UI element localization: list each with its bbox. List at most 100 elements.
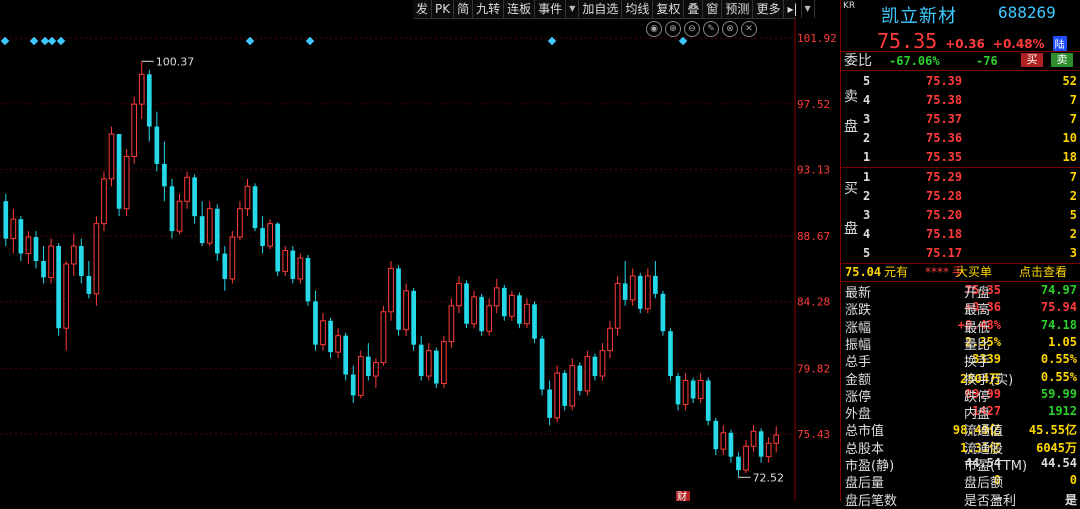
candle xyxy=(282,246,289,276)
candle-body xyxy=(154,126,160,164)
toolbar-item-1[interactable]: PK xyxy=(432,0,455,18)
toolbar-item-10[interactable]: 窗 xyxy=(703,0,723,18)
toolbar-item-12[interactable]: 更多 xyxy=(753,0,785,18)
candle xyxy=(728,429,734,463)
candle-body xyxy=(320,320,326,346)
toolbar-item-6[interactable]: 加自选 xyxy=(579,0,623,18)
candle-body xyxy=(237,208,243,238)
candle xyxy=(131,96,138,164)
stat-label: 开盘 xyxy=(964,286,991,301)
candle-body xyxy=(305,258,311,302)
y-tick-label: 75.43 xyxy=(797,428,830,441)
event-dropdown-icon[interactable]: ▼ xyxy=(566,0,580,18)
candle xyxy=(206,201,213,247)
bid-volume: 7 xyxy=(1069,170,1077,184)
toolbar-item-4[interactable]: 连板 xyxy=(504,0,536,18)
candle-body xyxy=(675,376,681,405)
candle-body xyxy=(486,305,493,332)
candle xyxy=(123,148,130,217)
candle-body xyxy=(577,365,583,391)
toolbar-item-9[interactable]: 叠 xyxy=(684,0,704,18)
toolbar-item-2[interactable]: 简 xyxy=(454,0,474,18)
candle-body xyxy=(192,177,197,217)
event-marker-icon[interactable] xyxy=(547,36,557,46)
candle xyxy=(403,283,409,336)
close-icon[interactable]: ✕ xyxy=(741,21,757,37)
sell-button[interactable]: 卖 xyxy=(1051,53,1073,67)
settings-icon[interactable]: ⊗ xyxy=(722,21,738,37)
stat-label: 盘后额 xyxy=(964,476,1004,492)
toolbar-item-7[interactable]: 均线 xyxy=(622,0,654,18)
candle-body xyxy=(184,176,190,202)
divider xyxy=(841,70,1080,71)
candle xyxy=(562,370,568,411)
candle-body xyxy=(206,208,213,244)
event-marker-icon[interactable] xyxy=(56,36,66,46)
event-marker-icon[interactable] xyxy=(305,36,315,46)
menu-dropdown-icon[interactable]: ▼ xyxy=(802,0,815,18)
candle xyxy=(237,201,243,241)
candle-body xyxy=(252,186,258,229)
candle-body xyxy=(138,73,145,105)
zoom-out-icon[interactable]: ⊖ xyxy=(684,21,700,37)
candle xyxy=(108,126,115,187)
kr-badge: KR xyxy=(843,1,856,11)
y-tick-label: 79.82 xyxy=(797,362,830,375)
candle-body xyxy=(123,155,130,210)
candle-body xyxy=(713,420,719,450)
candle-body xyxy=(176,200,183,232)
toolbar-item-5[interactable]: 事件 xyxy=(535,0,567,18)
event-marker-icon[interactable] xyxy=(0,36,10,46)
event-marker-icon[interactable] xyxy=(245,36,255,46)
toolbar-item-0[interactable]: 发 xyxy=(413,0,433,18)
candle-body xyxy=(599,350,606,377)
ask-price: 75.35 xyxy=(926,150,963,164)
sell-side-label: 盘 xyxy=(844,119,858,135)
candle-body xyxy=(290,250,296,279)
candle xyxy=(501,284,507,321)
y-tick-label: 88.67 xyxy=(797,230,830,243)
stat-label: 最高 xyxy=(964,303,991,319)
candle xyxy=(614,275,621,336)
stat-label: 振幅 xyxy=(845,337,872,353)
ask-price: 75.36 xyxy=(926,131,963,145)
draw-icon[interactable]: ✎ xyxy=(703,21,719,37)
candle xyxy=(199,201,205,247)
candle xyxy=(448,298,455,348)
candle-body xyxy=(448,305,455,343)
toolbar-item-8[interactable]: 复权 xyxy=(653,0,685,18)
weicha-value: -76 xyxy=(976,54,998,68)
stat-label: 盘后笔数 xyxy=(845,493,898,509)
candle xyxy=(86,261,92,299)
event-marker-icon[interactable] xyxy=(47,36,57,46)
bid-level: 3 xyxy=(863,208,871,222)
zoom-in-icon[interactable]: ⊕ xyxy=(665,21,681,37)
pin-icon[interactable]: ▸| xyxy=(784,0,802,18)
eye-icon[interactable]: ◉ xyxy=(646,21,662,37)
candle xyxy=(682,373,689,411)
candle xyxy=(653,261,658,299)
candle-body xyxy=(532,304,537,339)
y-tick-label: 93.13 xyxy=(797,163,830,176)
toolbar-item-3[interactable]: 九转 xyxy=(473,0,505,18)
candle-body xyxy=(682,380,689,405)
bigbuy-link[interactable]: 点击查看 xyxy=(1019,263,1079,281)
candle xyxy=(275,222,281,276)
candle-body xyxy=(328,320,333,353)
candle xyxy=(176,193,183,235)
candle-body xyxy=(524,303,530,325)
candle xyxy=(252,183,258,232)
buy-button[interactable]: 买 xyxy=(1021,53,1043,67)
toolbar-item-11[interactable]: 预测 xyxy=(722,0,754,18)
price-change: +0.36 xyxy=(945,37,985,51)
stat-label: 涨停 xyxy=(845,389,872,405)
chart-toolbar: 发 PK 简九转 连板 事件 ▼ 加自选 均线 复权叠窗预测 更多 ▸| ▼ xyxy=(413,0,815,19)
kline-chart-area[interactable]: 101.92 97.52 93.13 88.67 84.28 79.82 75.43 100.… xyxy=(0,0,840,501)
candle xyxy=(720,425,727,456)
candle xyxy=(577,362,583,396)
candle-body xyxy=(660,293,666,332)
bid-price: 75.28 xyxy=(926,189,963,203)
bid-level: 4 xyxy=(863,227,871,241)
candle-body xyxy=(622,283,628,300)
stat-label: 总手 xyxy=(845,355,872,371)
